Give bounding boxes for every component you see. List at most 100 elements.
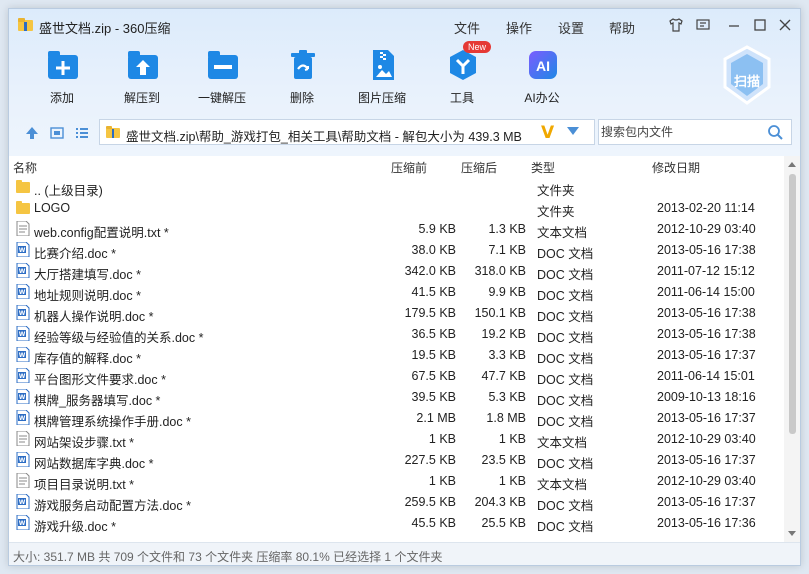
file-date: 2013-05-16 17:38 [657, 327, 756, 341]
file-date: 2013-05-16 17:37 [657, 411, 756, 425]
path-bar[interactable]: 盛世文档.zip\帮助_游戏打包_相关工具\帮助文档 - 解包大小为 439.3… [99, 119, 595, 145]
tools-button[interactable]: New 工具 [427, 41, 497, 109]
file-row[interactable]: W 棋牌_服务器填写.doc * 39.5 KB 5.3 KB DOC 文档 2009-1… [9, 386, 784, 408]
file-date: 2013-05-16 17:37 [657, 453, 756, 467]
minimize-icon[interactable] [726, 17, 742, 33]
window-title: 盛世文档.zip - 360压缩 [39, 21, 171, 36]
file-date: 2011-07-12 15:12 [657, 264, 755, 278]
search-input[interactable] [601, 122, 761, 142]
text-file-icon [16, 430, 30, 447]
add-label: 添加 [49, 91, 74, 105]
file-row[interactable]: W 平台图形文件要求.doc * 67.5 KB 47.7 KB DOC 文档 2011-… [9, 365, 784, 387]
folder-icon [16, 179, 30, 194]
ai-office-button[interactable]: AI AI办公 [507, 49, 577, 109]
file-size-before: 67.5 KB [411, 369, 456, 383]
file-size-after: 5.3 KB [488, 390, 526, 404]
extract-to-label: 解压到 [123, 91, 160, 105]
svg-text:AI: AI [536, 58, 550, 74]
scroll-up-icon[interactable] [788, 162, 796, 167]
file-date: 2011-06-14 15:00 [657, 285, 755, 299]
file-size-before: 38.0 KB [411, 243, 456, 257]
feedback-icon[interactable] [695, 17, 711, 33]
file-row[interactable]: web.config配置说明.txt * 5.9 KB 1.3 KB 文本文档 2012… [9, 218, 784, 240]
scan-button[interactable]: 扫描 [721, 45, 773, 105]
one-click-extract-button[interactable]: 一键解压 [187, 49, 257, 109]
file-row[interactable]: 项目目录说明.txt * 1 KB 1 KB 文本文档 2012-10-29 03:40 [9, 470, 784, 492]
menu-settings[interactable]: 设置 [558, 18, 584, 37]
file-name: 游戏升级.doc * [34, 520, 116, 534]
svg-text:W: W [19, 352, 26, 359]
word-doc-icon: W [16, 325, 30, 342]
file-row[interactable]: W 游戏服务启动配置方法.doc * 259.5 KB 204.3 KB DOC 文档 2… [9, 491, 784, 513]
menu-file[interactable]: 文件 [454, 18, 480, 37]
ai-office-icon: AI [529, 51, 557, 79]
image-compress-button[interactable]: 图片压缩 [347, 49, 417, 109]
file-size-before: 36.5 KB [411, 327, 456, 341]
word-doc-icon: W [16, 262, 30, 279]
file-row[interactable]: W 经验等级与经验值的关系.doc * 36.5 KB 19.2 KB DOC 文档 20… [9, 323, 784, 345]
file-date: 2013-05-16 17:37 [657, 495, 756, 509]
file-row[interactable]: W 网站数据库字典.doc * 227.5 KB 23.5 KB DOC 文档 2013-… [9, 449, 784, 471]
scroll-down-icon[interactable] [788, 531, 796, 536]
search-icon[interactable] [767, 124, 783, 140]
one-click-extract-icon [208, 51, 238, 79]
file-row[interactable]: LOGO 文件夹 2013-02-20 11:14 [9, 197, 784, 219]
file-row[interactable]: W 机器人操作说明.doc * 179.5 KB 150.1 KB DOC 文档 2013… [9, 302, 784, 324]
verified-icon[interactable]: V [541, 123, 554, 143]
delete-label: 删除 [289, 91, 314, 105]
folder-icon [16, 200, 30, 215]
new-badge: New [463, 41, 492, 53]
path-dropdown-icon[interactable] [567, 127, 579, 135]
file-date: 2013-05-16 17:37 [657, 348, 756, 362]
svg-text:W: W [19, 373, 26, 380]
svg-text:W: W [19, 331, 26, 338]
file-row[interactable]: W 库存值的解释.doc * 19.5 KB 3.3 KB DOC 文档 2013-05-… [9, 344, 784, 366]
extract-to-button[interactable]: 解压到 [107, 49, 177, 109]
maximize-icon[interactable] [752, 17, 768, 33]
path-text: 盛世文档.zip\帮助_游戏打包_相关工具\帮助文档 - 解包大小为 439.3… [126, 130, 522, 144]
file-row[interactable]: W 游戏升级.doc * 45.5 KB 25.5 KB DOC 文档 2013-05-1… [9, 512, 784, 534]
file-row[interactable]: W 比赛介绍.doc * 38.0 KB 7.1 KB DOC 文档 2013-05-16… [9, 239, 784, 261]
menu-help[interactable]: 帮助 [609, 18, 635, 37]
file-row[interactable]: W 地址规则说明.doc * 41.5 KB 9.9 KB DOC 文档 2011-06-… [9, 281, 784, 303]
file-size-after: 25.5 KB [481, 516, 526, 530]
ribbon-header: 盛世文档.zip - 360压缩 文件 操作 设置 帮助 添加 解压到 一键解压… [9, 9, 800, 156]
tools-icon [450, 50, 476, 80]
word-doc-icon: W [16, 367, 30, 384]
file-row[interactable]: 网站架设步骤.txt * 1 KB 1 KB 文本文档 2012-10-29 03:40 [9, 428, 784, 450]
list-view-icon[interactable] [74, 125, 90, 141]
file-row[interactable]: W 大厅搭建填写.doc * 342.0 KB 318.0 KB DOC 文档 2011-… [9, 260, 784, 282]
close-icon[interactable] [777, 17, 793, 33]
skin-icon[interactable] [668, 17, 684, 33]
file-size-before: 179.5 KB [404, 306, 456, 320]
file-size-before: 342.0 KB [404, 264, 456, 278]
column-size-after[interactable]: 压缩后 [461, 159, 497, 176]
scroll-thumb[interactable] [789, 174, 796, 434]
column-size-before[interactable]: 压缩前 [391, 159, 427, 176]
word-doc-icon: W [16, 283, 30, 300]
column-type[interactable]: 类型 [531, 159, 555, 176]
file-row[interactable]: W 棋牌管理系统操作手册.doc * 2.1 MB 1.8 MB DOC 文档 2013-… [9, 407, 784, 429]
file-size-before: 39.5 KB [411, 390, 456, 404]
add-button[interactable]: 添加 [27, 49, 97, 109]
svg-text:W: W [19, 415, 26, 422]
file-size-after: 204.3 KB [474, 495, 526, 509]
archive-icon [106, 126, 120, 138]
svg-text:W: W [19, 499, 26, 506]
file-date: 2011-06-14 15:01 [657, 369, 755, 383]
navigation-bar: 盛世文档.zip\帮助_游戏打包_相关工具\帮助文档 - 解包大小为 439.3… [9, 117, 800, 147]
thumbnail-view-icon[interactable] [49, 125, 65, 141]
file-size-after: 1.3 KB [488, 222, 526, 236]
menu-operate[interactable]: 操作 [506, 18, 532, 37]
vertical-scrollbar[interactable] [784, 156, 800, 542]
column-name[interactable]: 名称 [13, 159, 37, 176]
status-bar: 大小: 351.7 MB 共 709 个文件和 73 个文件夹 压缩率 80.1… [9, 542, 800, 565]
file-size-after: 3.3 KB [488, 348, 526, 362]
file-row[interactable]: .. (上级目录) 文件夹 [9, 176, 784, 198]
up-arrow-icon[interactable] [24, 125, 40, 141]
file-date: 2009-10-13 18:16 [657, 390, 756, 404]
title-bar: 盛世文档.zip - 360压缩 文件 操作 设置 帮助 [9, 9, 800, 41]
column-modified-date[interactable]: 修改日期 [652, 159, 700, 176]
file-date: 2013-05-16 17:38 [657, 243, 756, 257]
delete-button[interactable]: 删除 [267, 49, 337, 109]
